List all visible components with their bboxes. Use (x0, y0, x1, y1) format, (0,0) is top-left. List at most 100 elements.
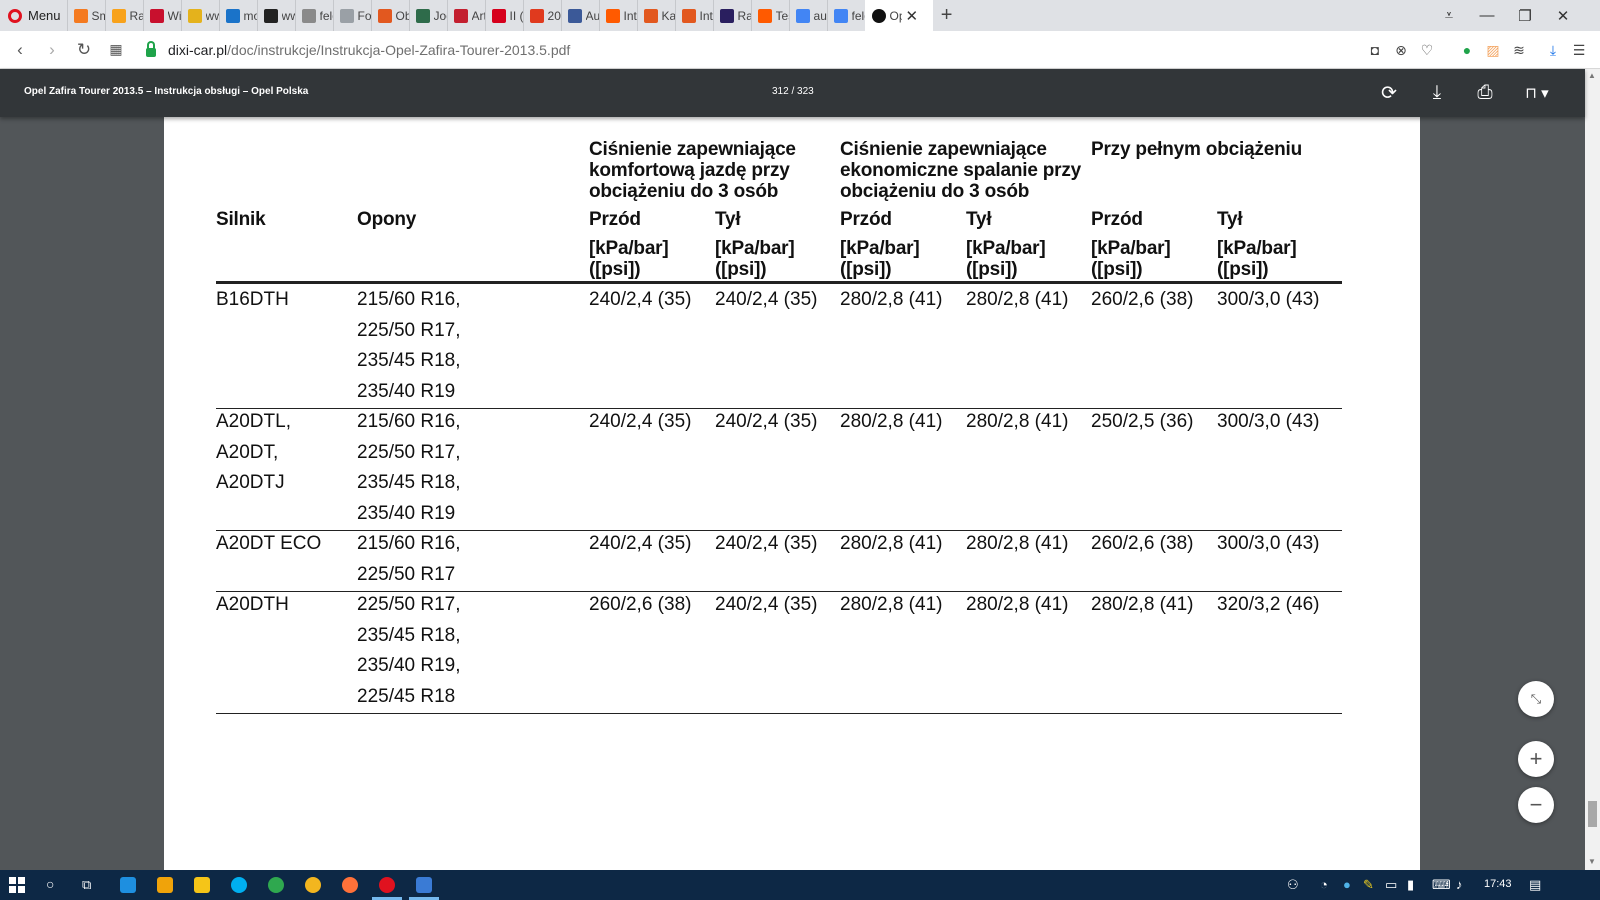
tab-list: Sma Rapi Wirt www moja www felgi Foru Obs Joe Arty… (66, 0, 865, 31)
vertical-scrollbar[interactable]: ▲ ▼ (1585, 69, 1600, 870)
tab[interactable]: felgi (826, 0, 865, 31)
column-header-front: Przód (589, 209, 641, 230)
tab[interactable]: Rapi (104, 0, 143, 31)
tab[interactable]: Joe (408, 0, 447, 31)
opera-taskbar-icon[interactable] (379, 877, 395, 893)
taskbar-clock[interactable]: 17:43 (1484, 878, 1512, 890)
back-button[interactable]: ‹ (4, 40, 36, 60)
scroll-up-arrow-icon[interactable]: ▲ (1588, 71, 1596, 80)
column-unit: [kPa/bar] ([psi]) (589, 238, 669, 280)
zoom-out-button[interactable]: − (1518, 787, 1554, 823)
tab[interactable]: Test (750, 0, 789, 31)
speed-dial-grid-icon[interactable]: ▦ (100, 41, 132, 58)
bookmark-dropdown-icon[interactable]: ⊓ ▾ (1509, 84, 1565, 102)
news-feed-icon[interactable]: ≋ (1506, 42, 1532, 59)
network-icon[interactable]: ◔ (1320, 877, 1328, 892)
edge-browser-icon[interactable] (120, 877, 136, 893)
tab-favicon-icon (301, 8, 316, 23)
file-explorer-icon[interactable] (194, 877, 210, 893)
search-icon[interactable]: ○ (46, 876, 54, 892)
tab[interactable]: felgi (294, 0, 333, 31)
fit-to-page-button[interactable]: ⤡ (1518, 681, 1554, 717)
windows-taskbar: ○ ⧉ ⚇ ◔ ● ✎ ▭ ▮ ⌨ ♪ 17:43 ▤ (0, 870, 1600, 900)
forward-button[interactable]: › (36, 40, 68, 60)
tab[interactable]: Arty (446, 0, 485, 31)
tab-active[interactable]: Op ✕ (864, 0, 933, 31)
scroll-down-arrow-icon[interactable]: ▼ (1588, 857, 1596, 866)
tab[interactable]: 2019 (522, 0, 561, 31)
pressure-value-cell: 320/3,2 (46) (1217, 594, 1320, 615)
url-field[interactable]: dixi-car.pl/doc/instrukcje/Instrukcja-Op… (168, 42, 570, 58)
tab[interactable]: Inter (674, 0, 713, 31)
display-icon[interactable]: ▭ (1385, 877, 1397, 893)
firefox-icon[interactable] (342, 877, 358, 893)
action-center-icon[interactable]: ▤ (1529, 877, 1541, 893)
pdf-toolbar-actions: ⟳ ⤓ ⎙ ⊓ ▾ (1365, 69, 1565, 117)
tab-favicon-icon (187, 8, 202, 23)
pressure-value-cell: 280/2,8 (41) (840, 594, 943, 615)
battery-icon[interactable]: ▮ (1407, 877, 1414, 893)
heart-icon[interactable]: ♡ (1414, 42, 1440, 59)
rss-feed-extension-icon[interactable]: ▨ (1480, 42, 1506, 59)
tab-strip: Menu Sma Rapi Wirt www moja www felgi Foru Obs Jo… (0, 0, 1600, 31)
print-icon[interactable]: ⎙ (1461, 82, 1509, 104)
task-view-icon[interactable]: ⧉ (82, 877, 91, 893)
pdf-download-icon[interactable]: ⤓ (1413, 82, 1461, 104)
tab-label: auto (813, 8, 827, 23)
tab[interactable]: Sma (66, 0, 105, 31)
tyre-size-cell: 225/50 R17, (357, 441, 461, 463)
volume-icon[interactable]: ♪ (1456, 877, 1463, 892)
adblock-icon[interactable]: ⊗ (1388, 42, 1414, 59)
download-icon[interactable]: ⤓ (1540, 42, 1566, 59)
pressure-value-cell: 240/2,4 (35) (589, 411, 692, 432)
media-player-icon[interactable] (157, 877, 173, 893)
tab[interactable]: Aud (560, 0, 599, 31)
tab[interactable]: Kabl (636, 0, 675, 31)
engine-cell: A20DTH (216, 594, 289, 615)
opera-menu-button[interactable]: Menu (0, 0, 67, 31)
input-language-icon[interactable]: ⌨ (1432, 877, 1451, 893)
tab[interactable]: Intel (598, 0, 637, 31)
tab[interactable]: Foru (332, 0, 371, 31)
app-smiley-icon[interactable] (305, 877, 321, 893)
secure-lock-icon[interactable] (146, 41, 156, 57)
people-icon[interactable]: ⚇ (1287, 877, 1299, 893)
tab[interactable]: II (1 (484, 0, 523, 31)
reload-button[interactable]: ↻ (68, 40, 100, 60)
tab-label: Foru (357, 8, 371, 23)
tab-favicon-icon (681, 8, 696, 23)
tab-favicon-icon (225, 8, 240, 23)
easy-setup-menu-icon[interactable]: ☰ (1566, 42, 1592, 59)
restore-button[interactable]: ❐ (1506, 7, 1544, 25)
new-tab-button[interactable]: + (933, 4, 961, 27)
tab-favicon-icon (339, 8, 354, 23)
skype-icon[interactable] (231, 877, 247, 893)
tab-label: Arty (471, 8, 485, 23)
rotate-icon[interactable]: ⟳ (1365, 82, 1413, 105)
tab-menu-icon[interactable]: ⩡ (1430, 7, 1468, 24)
tyre-size-cell: 235/40 R19, (357, 655, 461, 676)
minimize-button[interactable]: — (1468, 7, 1506, 24)
tab[interactable]: Radi (712, 0, 751, 31)
tab[interactable]: www (180, 0, 219, 31)
close-tab-icon[interactable]: ✕ (906, 7, 919, 25)
windows-start-icon[interactable] (9, 877, 25, 893)
pressure-value-cell: 280/2,8 (41) (840, 533, 943, 554)
tray-app-icon[interactable]: ✎ (1363, 877, 1374, 893)
tab[interactable]: Obs (370, 0, 409, 31)
tab[interactable]: moja (218, 0, 257, 31)
whatsapp-icon[interactable]: ● (1454, 42, 1480, 58)
skype-tray-icon[interactable]: ● (1343, 877, 1351, 892)
engine-cell: A20DTJ (216, 472, 285, 493)
tab[interactable]: Wirt (142, 0, 181, 31)
engine-cell: B16DTH (216, 289, 289, 310)
tab-favicon-icon (415, 8, 430, 23)
utorrent-icon[interactable] (268, 877, 284, 893)
tab[interactable]: auto (788, 0, 827, 31)
scrollbar-thumb[interactable] (1588, 801, 1597, 827)
close-window-button[interactable]: ✕ (1544, 7, 1582, 25)
keyboard-app-icon[interactable] (416, 877, 432, 893)
zoom-in-button[interactable]: + (1518, 741, 1554, 777)
snapshot-camera-icon[interactable]: ◘ (1362, 42, 1388, 58)
tab[interactable]: www (256, 0, 295, 31)
